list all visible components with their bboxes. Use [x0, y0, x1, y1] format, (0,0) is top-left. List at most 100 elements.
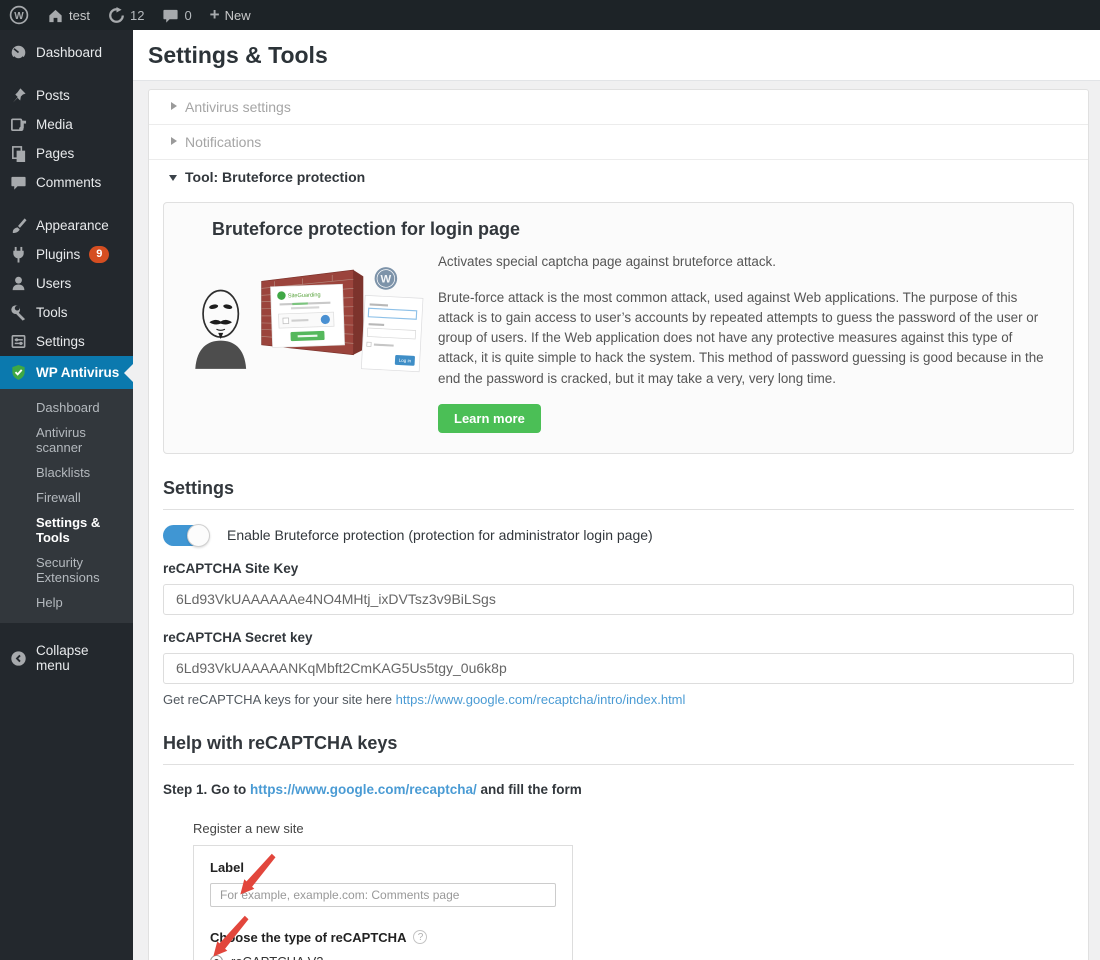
pushpin-icon	[12, 88, 26, 103]
sidebar-item-label: Appearance	[36, 218, 109, 233]
settings-section: Settings Enable Bruteforce protection (p…	[149, 478, 1088, 960]
sidebar-item-users[interactable]: Users	[0, 269, 133, 298]
pages-icon	[12, 146, 26, 162]
sidebar-item-dashboard[interactable]: Dashboard	[0, 38, 133, 67]
submenu-item-dashboard[interactable]: Dashboard	[0, 395, 133, 420]
menu-separator	[0, 197, 133, 211]
accordion-antivirus-settings[interactable]: Antivirus settings	[149, 90, 1088, 125]
accordion-label: Tool: Bruteforce protection	[185, 169, 366, 185]
svg-text:W: W	[14, 11, 24, 22]
keys-help-line: Get reCAPTCHA keys for your site here ht…	[163, 692, 1074, 707]
sidebar-item-label: Users	[36, 276, 72, 291]
gform-box: Label For example, example.com: Comments…	[193, 844, 573, 960]
antivirus-shield-icon	[12, 364, 25, 380]
page-title: Settings & Tools	[148, 42, 328, 68]
wordpress-logo-icon: W	[9, 5, 29, 25]
comment-bubble-icon	[163, 9, 179, 23]
sidebar-item-label: Tools	[36, 305, 68, 320]
svg-text:Log in: Log in	[399, 358, 412, 364]
comment-count: 0	[184, 7, 192, 23]
plugins-update-badge: 9	[89, 246, 110, 263]
recaptcha-link[interactable]: https://www.google.com/recaptcha/	[250, 782, 477, 797]
secret-key-label: reCAPTCHA Secret key	[163, 629, 313, 645]
site-key-input[interactable]	[163, 583, 1074, 615]
enable-bruteforce-toggle[interactable]	[163, 523, 210, 547]
home-icon	[49, 9, 62, 22]
promo-body: Brute-force attack is the most common at…	[438, 290, 1044, 386]
chevron-down-icon	[169, 175, 177, 181]
user-icon	[12, 276, 25, 291]
site-name: test	[69, 7, 90, 23]
sidebar-item-wp-antivirus[interactable]: WP Antivirus	[0, 356, 133, 389]
collapse-arrow-icon	[11, 650, 26, 666]
step1-prefix: Step 1. Go to	[163, 781, 251, 797]
help-question-icon: ?	[413, 930, 428, 945]
sidebar-item-pages[interactable]: Pages	[0, 139, 133, 168]
secret-key-input[interactable]	[163, 652, 1074, 684]
submenu-item-blacklists[interactable]: Blacklists	[0, 460, 133, 485]
red-arrow-label-field	[240, 853, 276, 895]
wp-logo-menu[interactable]: W	[0, 0, 38, 30]
submenu-item-firewall[interactable]: Firewall	[0, 485, 133, 510]
site-key-label: reCAPTCHA Site Key	[163, 560, 299, 576]
page-header: Settings & Tools	[133, 30, 1100, 81]
admin-bar: W test 12 0 + New	[0, 0, 1100, 30]
sidebar-item-settings[interactable]: Settings	[0, 327, 133, 356]
submenu-item-settings-tools[interactable]: Settings & Tools	[0, 510, 133, 550]
promo-description: Activates special captcha page against b…	[438, 248, 1053, 433]
sidebar-item-appearance[interactable]: Appearance	[0, 211, 133, 240]
accordion-label: Antivirus settings	[185, 99, 291, 115]
submenu-item-help[interactable]: Help	[0, 590, 133, 615]
promo-intro: Activates special captcha page against b…	[438, 254, 776, 269]
update-count: 12	[129, 7, 145, 23]
toggle-knob	[187, 523, 210, 547]
keys-help-text: Get reCAPTCHA keys for your site here	[163, 691, 396, 707]
sidebar-item-tools[interactable]: Tools	[0, 298, 133, 327]
dashboard-icon	[11, 45, 26, 60]
sidebar-item-plugins[interactable]: Plugins 9	[0, 240, 133, 269]
sidebar-item-comments[interactable]: Comments	[0, 168, 133, 197]
plus-icon: +	[209, 5, 220, 24]
help-heading: Help with reCAPTCHA keys	[163, 733, 1074, 765]
svg-text:SiteGuarding: SiteGuarding	[288, 292, 321, 299]
promo-title: Bruteforce protection for login page	[212, 219, 521, 239]
chevron-right-icon	[171, 137, 177, 145]
comments-menu[interactable]: 0	[153, 0, 200, 30]
sidebar-item-label: Plugins	[36, 247, 81, 262]
recaptcha-intro-link[interactable]: https://www.google.com/recaptcha/intro/i…	[396, 692, 686, 707]
toggle-label: Enable Bruteforce protection (protection…	[227, 527, 653, 544]
step1-suffix: and fill the form	[476, 781, 582, 797]
sidebar-item-label: Media	[36, 117, 73, 132]
updates-icon	[109, 6, 124, 23]
site-menu[interactable]: test	[38, 0, 99, 30]
submenu-item-security-extensions[interactable]: Security Extensions	[0, 550, 133, 590]
collapse-menu-label: Collapse menu	[36, 643, 89, 673]
gform-title: Register a new site	[193, 820, 304, 836]
accordion-bruteforce-protection[interactable]: Tool: Bruteforce protection	[149, 160, 1088, 194]
antivirus-submenu: Dashboard Antivirus scanner Blacklists F…	[0, 389, 133, 623]
red-arrow-v2-radio	[213, 915, 249, 957]
sidebar-item-media[interactable]: Media	[0, 110, 133, 139]
new-label: New	[224, 7, 251, 23]
settings-card: Antivirus settings Notifications Tool: B…	[148, 89, 1089, 960]
svg-text:W: W	[381, 274, 392, 286]
sidebar-item-label: Pages	[36, 146, 75, 161]
settings-sliders-icon	[11, 335, 26, 348]
main-content: Settings & Tools Antivirus settings Noti…	[133, 30, 1100, 960]
sidebar-item-posts[interactable]: Posts	[0, 81, 133, 110]
collapse-menu-button[interactable]: Collapse menu	[0, 637, 133, 679]
accordion-notifications[interactable]: Notifications	[149, 125, 1088, 160]
menu-separator	[0, 67, 133, 81]
new-content-menu[interactable]: + New	[201, 0, 260, 30]
learn-more-button[interactable]: Learn more	[438, 403, 541, 433]
updates-menu[interactable]: 12	[99, 0, 153, 30]
bruteforce-promo-panel: Bruteforce protection for login page Sit…	[163, 202, 1074, 454]
sidebar-item-label: Posts	[36, 88, 70, 103]
admin-sidebar: Dashboard Posts Media Pages Comments App…	[0, 30, 133, 960]
submenu-item-antivirus-scanner[interactable]: Antivirus scanner	[0, 420, 133, 460]
settings-heading: Settings	[163, 478, 1074, 510]
chevron-right-icon	[171, 102, 177, 110]
current-menu-arrow	[124, 363, 133, 382]
recaptcha-help-screenshot: Register a new site Label For example, e…	[193, 821, 573, 960]
sidebar-item-label: WP Antivirus	[36, 365, 120, 380]
